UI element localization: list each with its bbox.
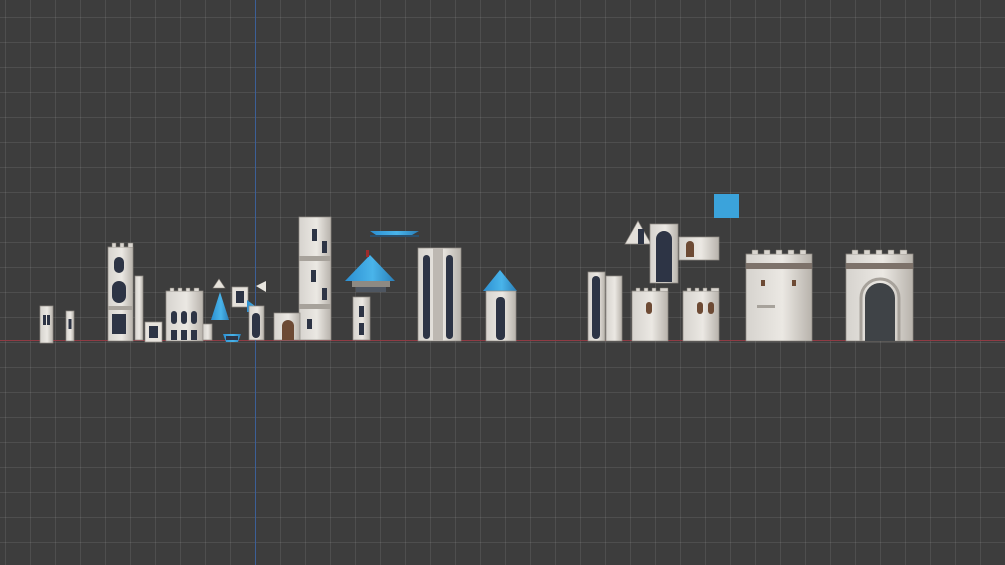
- window-tile[interactable]: [231, 286, 249, 308]
- blue-conical-roof-tower[interactable]: [345, 250, 395, 341]
- blue-bowl-cap[interactable]: [223, 334, 241, 342]
- blue-spire-roof[interactable]: [211, 278, 229, 320]
- blue-square-plate[interactable]: [714, 194, 739, 218]
- narrow-window-piece[interactable]: [65, 310, 75, 342]
- square-tower-single-window[interactable]: [631, 287, 669, 342]
- arched-gatehouse[interactable]: [845, 249, 914, 342]
- twin-window-tower[interactable]: [417, 247, 462, 342]
- small-frame-window[interactable]: [144, 321, 163, 343]
- gable-with-tall-window[interactable]: [624, 220, 679, 284]
- conical-roof-small-tower[interactable]: [483, 270, 517, 342]
- tall-gothic-tower[interactable]: [107, 242, 134, 342]
- small-wall-window-piece[interactable]: [39, 305, 54, 344]
- round-tower[interactable]: [273, 216, 332, 341]
- arched-window-pillar[interactable]: [248, 305, 265, 341]
- 3d-viewport[interactable]: 3D viewport - orthographic front view: [0, 0, 1005, 565]
- square-tower-two-windows[interactable]: [682, 287, 720, 342]
- flat-blue-roof-plate[interactable]: [370, 231, 419, 237]
- thin-pillar[interactable]: [134, 275, 144, 341]
- wall-window-block[interactable]: [678, 236, 720, 261]
- crenellated-wall-block[interactable]: [745, 249, 813, 342]
- window-column-pair[interactable]: [587, 271, 623, 342]
- castle-asset-scene[interactable]: [0, 0, 1005, 565]
- three-window-facade[interactable]: [165, 287, 213, 342]
